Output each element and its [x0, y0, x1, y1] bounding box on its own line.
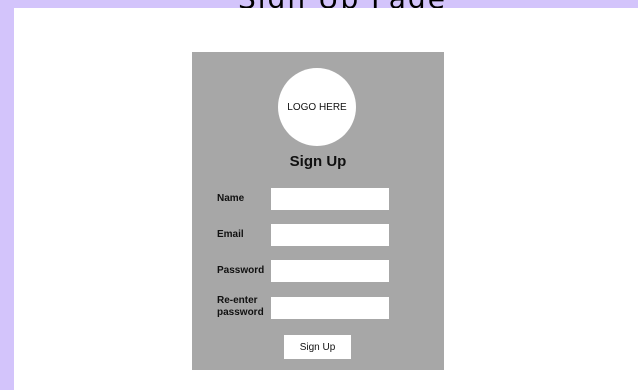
header-fragment: Sign Up Page — [238, 0, 448, 15]
password-label: Password — [217, 265, 265, 276]
reenter-password-field[interactable] — [271, 297, 389, 319]
signup-button[interactable]: Sign Up — [284, 335, 351, 359]
password-field[interactable] — [271, 260, 389, 282]
name-field[interactable] — [271, 188, 389, 210]
page-title: Sign Up — [289, 153, 347, 170]
page-canvas: LOGO HERE Sign Up Name Email Password Re… — [14, 8, 638, 390]
email-label: Email — [217, 229, 244, 240]
reenter-password-label: Re-enter password — [217, 295, 264, 318]
email-field[interactable] — [271, 224, 389, 246]
logo-text: LOGO HERE — [287, 101, 347, 113]
signup-card: LOGO HERE Sign Up Name Email Password Re… — [192, 52, 444, 370]
name-label: Name — [217, 193, 245, 204]
logo-placeholder: LOGO HERE — [278, 68, 356, 146]
